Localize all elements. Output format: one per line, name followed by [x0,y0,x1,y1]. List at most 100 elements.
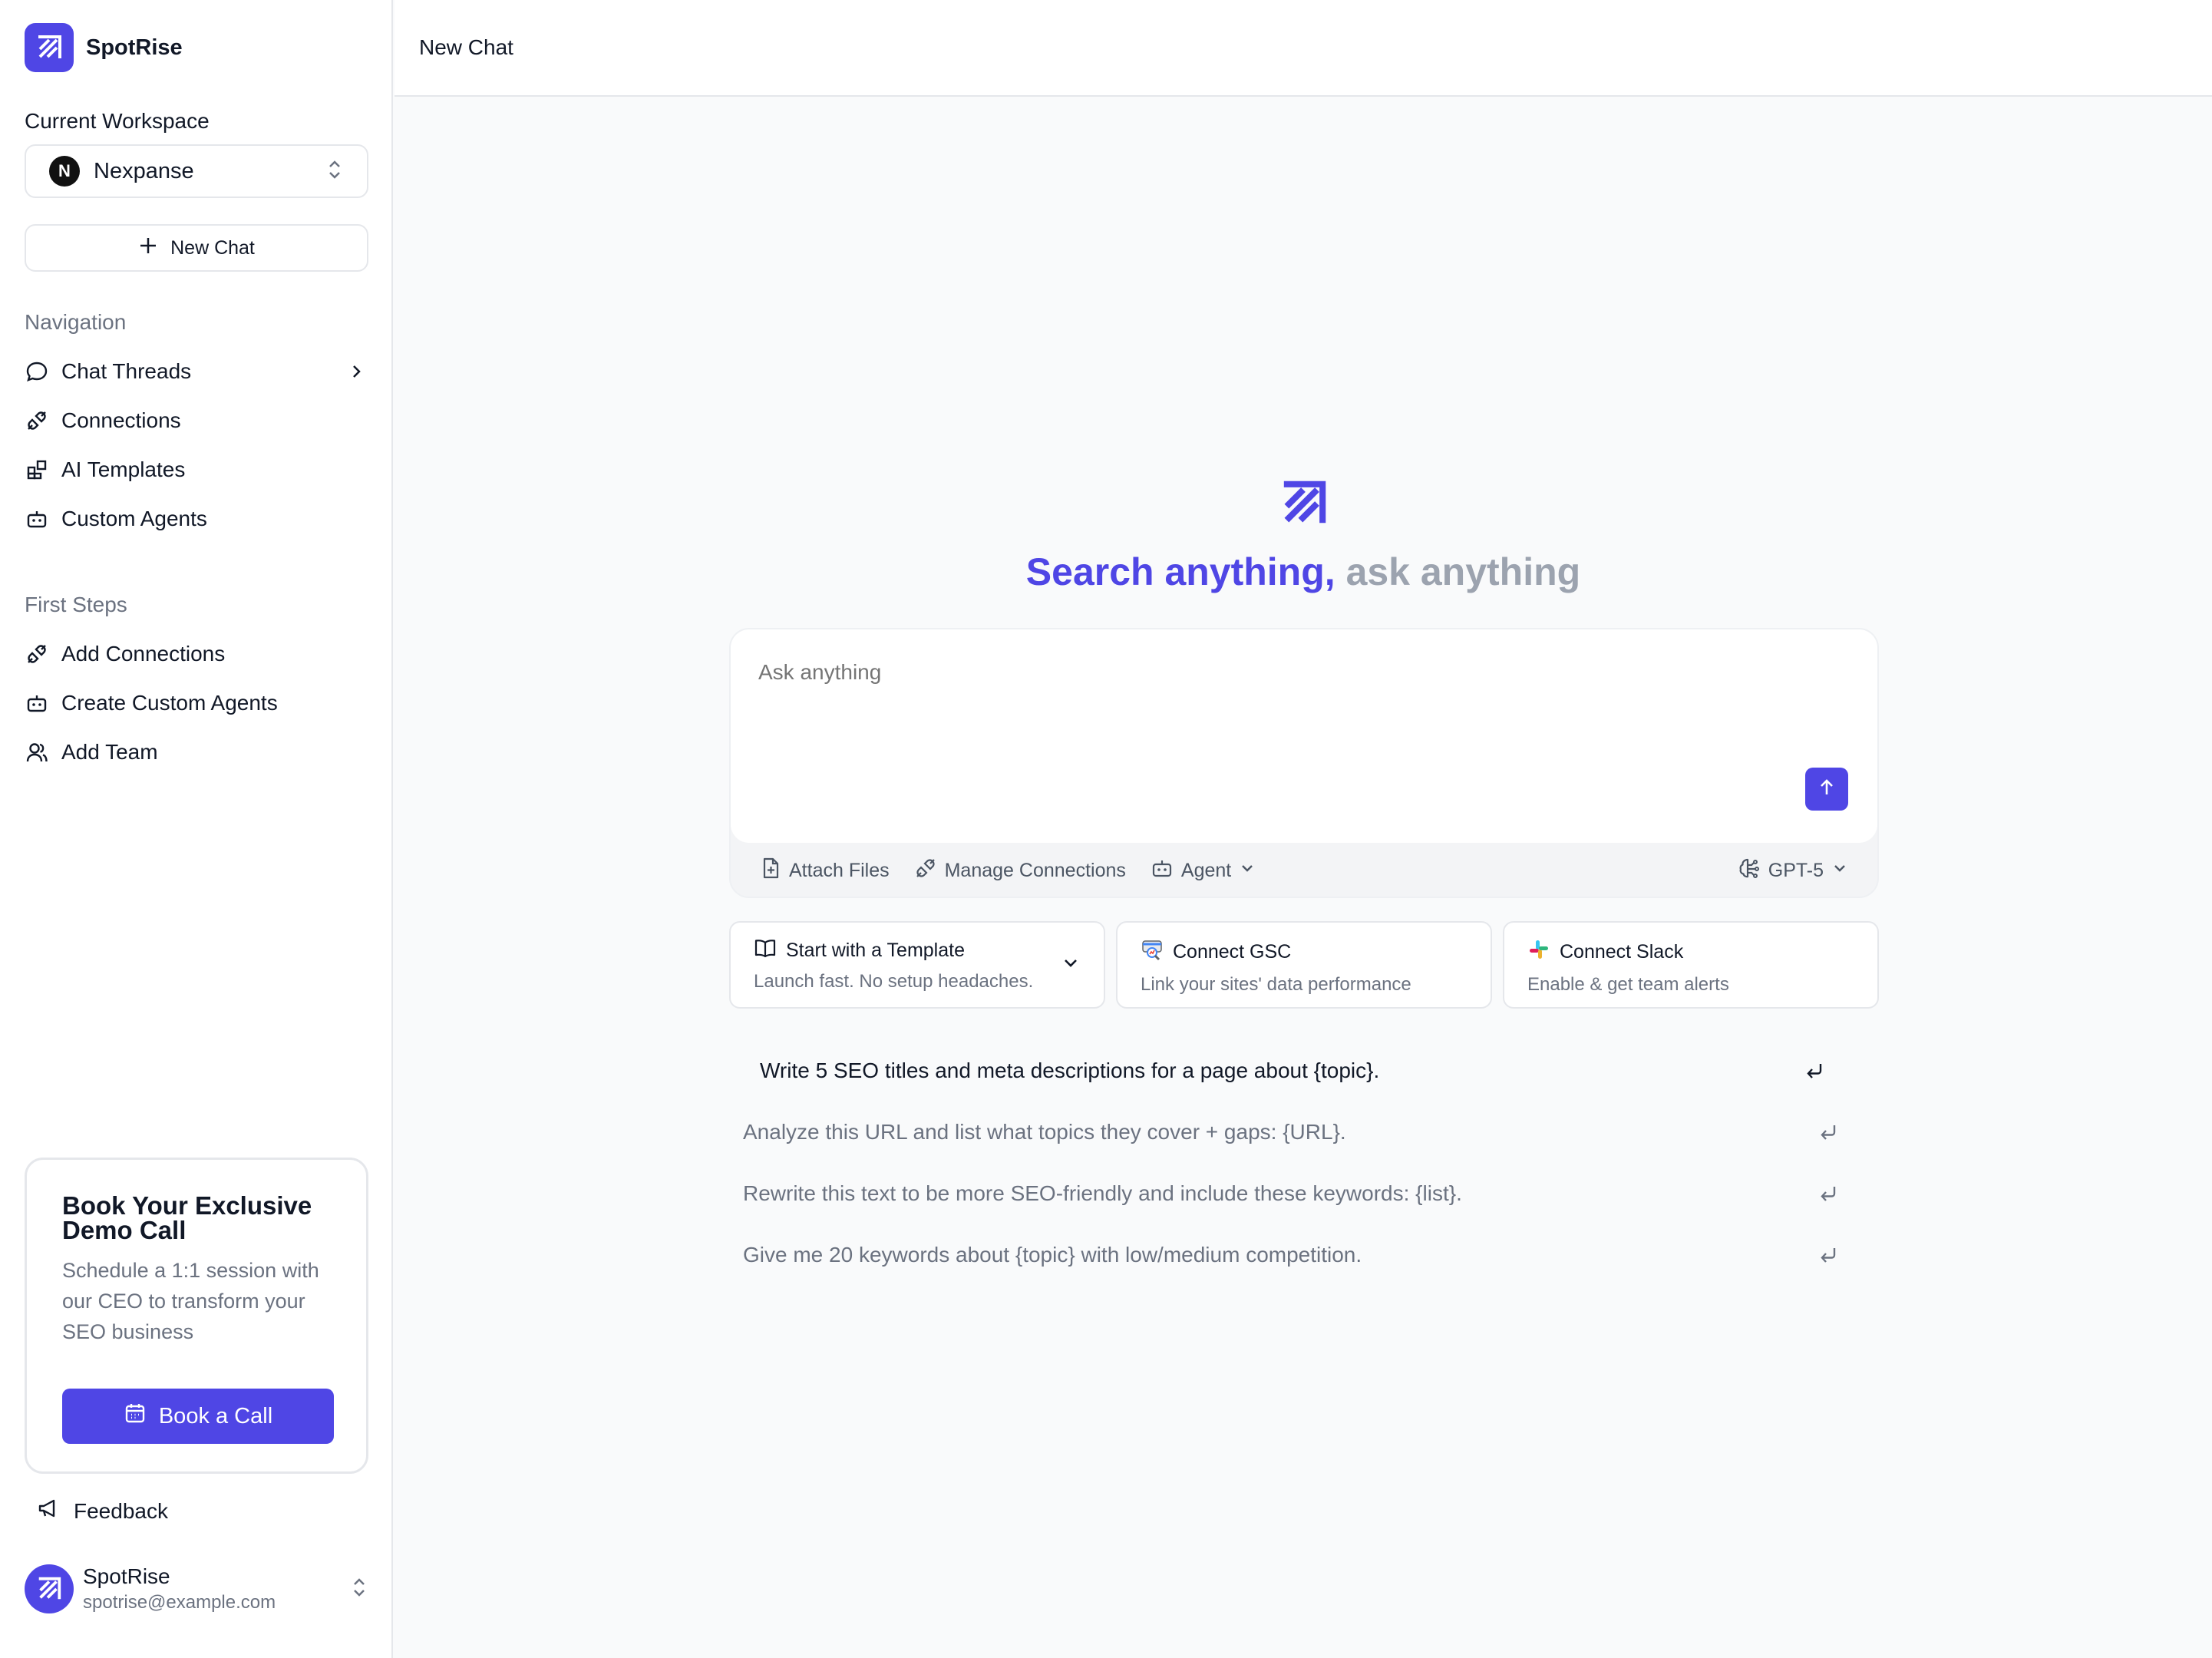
main-content: New Chat Search anything, ask anything A… [395,0,2212,1658]
chevron-down-icon [1061,953,1081,977]
brand-logo-icon [25,23,74,72]
card-head: Connect GSC [1141,938,1468,966]
plug-icon [25,408,49,433]
plug-icon [25,642,49,666]
app-root: SpotRise Current Workspace N Nexpanse Ne… [0,0,2212,1658]
card-subtitle: Link your sites' data performance [1141,974,1411,995]
nav-item-ai-templates[interactable]: AI Templates [25,450,368,490]
prompt-suggestion[interactable]: Rewrite this text to be more SEO-friendl… [743,1168,1871,1219]
nav-item-label: Chat Threads [61,359,192,383]
chevron-up-down-icon [350,1576,368,1603]
calendar-icon [124,1402,147,1431]
workspace-select[interactable]: N Nexpanse [25,144,368,198]
nav-item-custom-agents[interactable]: Custom Agents [25,499,368,539]
user-email: spotrise@example.com [83,1592,276,1613]
nav-item-label: Connections [61,408,181,432]
workspace-avatar: N [49,156,80,187]
chevron-down-icon [1239,860,1256,882]
card-head: Connect Slack [1527,938,1854,966]
user-avatar [25,1564,74,1613]
nav-item-chat-threads[interactable]: Chat Threads [25,352,368,391]
prompt-suggestion[interactable]: Analyze this URL and list what topics th… [743,1107,1871,1158]
composer-box [731,629,1877,843]
first-step-label: Add Connections [61,642,226,666]
agent-label: Agent [1180,859,1232,881]
workspace-name: Nexpanse [94,158,194,183]
brain-icon [1738,857,1761,885]
robot-icon [25,691,49,715]
user-info: SpotRise spotrise@example.com [83,1564,350,1613]
connect-slack-card[interactable]: Connect Slack Enable & get team alerts [1503,921,1879,1009]
first-step-create-custom-agents[interactable]: Create Custom Agents [25,683,368,723]
prompt-text: Write 5 SEO titles and meta descriptions… [760,1059,1380,1082]
card-title: Connect GSC [1173,941,1292,963]
slack-icon [1527,938,1550,966]
enter-icon [1816,1181,1841,1206]
send-button[interactable] [1805,768,1848,811]
page-title: New Chat [419,35,513,59]
user-menu[interactable]: SpotRise spotrise@example.com [25,1563,368,1615]
gsc-icon [1141,938,1164,966]
topbar: New Chat [395,0,2212,97]
templates-icon [25,457,49,482]
user-name: SpotRise [83,1564,170,1588]
prompt-suggestion[interactable]: Write 5 SEO titles and meta descriptions… [729,1045,1857,1096]
chat-composer: Attach Files Manage Connections Agent [729,628,1879,898]
hero-logo-icon [1276,476,1331,535]
new-chat-button[interactable]: New Chat [25,224,368,272]
first-step-label: Create Custom Agents [61,691,278,715]
hero-title-highlight: Search anything, [1025,550,1335,593]
arrow-up-icon [1816,777,1837,802]
new-chat-label: New Chat [170,236,255,259]
enter-icon [1816,1120,1841,1144]
agent-dropdown[interactable]: Agent [1151,857,1256,885]
first-step-add-team[interactable]: Add Team [25,732,368,772]
prompt-text: Analyze this URL and list what topics th… [743,1120,1346,1144]
manage-connections-button[interactable]: Manage Connections [914,857,1126,885]
first-step-label: Add Team [61,740,158,764]
feedback-link[interactable]: Feedback [37,1497,168,1525]
brand-name: SpotRise [86,35,183,60]
prompt-text: Give me 20 keywords about {topic} with l… [743,1243,1362,1267]
demo-call-promo: Book Your Exclusive Demo Call Schedule a… [25,1158,368,1474]
model-dropdown[interactable]: GPT-5 [1738,857,1848,885]
megaphone-icon [37,1497,60,1525]
chat-bubble-icon [25,359,49,384]
enter-icon [1802,1059,1827,1083]
navigation-label: Navigation [25,310,127,334]
card-head: Start with a Template [754,938,1081,963]
composer-toolbar: Attach Files Manage Connections Agent GP… [760,850,1848,890]
card-subtitle: Enable & get team alerts [1527,974,1729,995]
manage-connections-label: Manage Connections [944,859,1126,881]
enter-icon [1816,1243,1841,1267]
brand[interactable]: SpotRise [25,23,183,72]
hero-title: Search anything, ask anything [395,550,2212,594]
users-icon [25,740,49,765]
card-title: Connect Slack [1560,941,1684,963]
promo-title: Book Your Exclusive Demo Call [62,1191,312,1244]
workspace-label: Current Workspace [25,109,210,133]
prompt-text: Rewrite this text to be more SEO-friendl… [743,1181,1462,1205]
plus-icon [138,236,158,261]
first-steps-label: First Steps [25,593,127,616]
connect-gsc-card[interactable]: Connect GSC Link your sites' data perfor… [1116,921,1492,1009]
book-call-label: Book a Call [158,1403,273,1428]
feedback-label: Feedback [74,1498,168,1523]
nav-item-label: Custom Agents [61,507,207,530]
chevron-up-down-icon [325,158,344,185]
book-icon [754,938,777,963]
attach-files-button[interactable]: Attach Files [760,857,890,885]
prompt-suggestion[interactable]: Give me 20 keywords about {topic} with l… [743,1230,1871,1280]
file-plus-icon [760,857,781,885]
model-label: GPT-5 [1768,859,1824,881]
first-step-add-connections[interactable]: Add Connections [25,634,368,674]
book-call-button[interactable]: Book a Call [62,1389,334,1444]
card-title: Start with a Template [786,940,965,961]
plug-icon [914,857,937,885]
sidebar: SpotRise Current Workspace N Nexpanse Ne… [0,0,393,1658]
nav-item-connections[interactable]: Connections [25,401,368,441]
robot-icon [1151,857,1174,885]
start-template-card[interactable]: Start with a Template Launch fast. No se… [729,921,1105,1009]
chevron-down-icon [1831,860,1848,882]
chat-input[interactable] [758,660,1756,685]
